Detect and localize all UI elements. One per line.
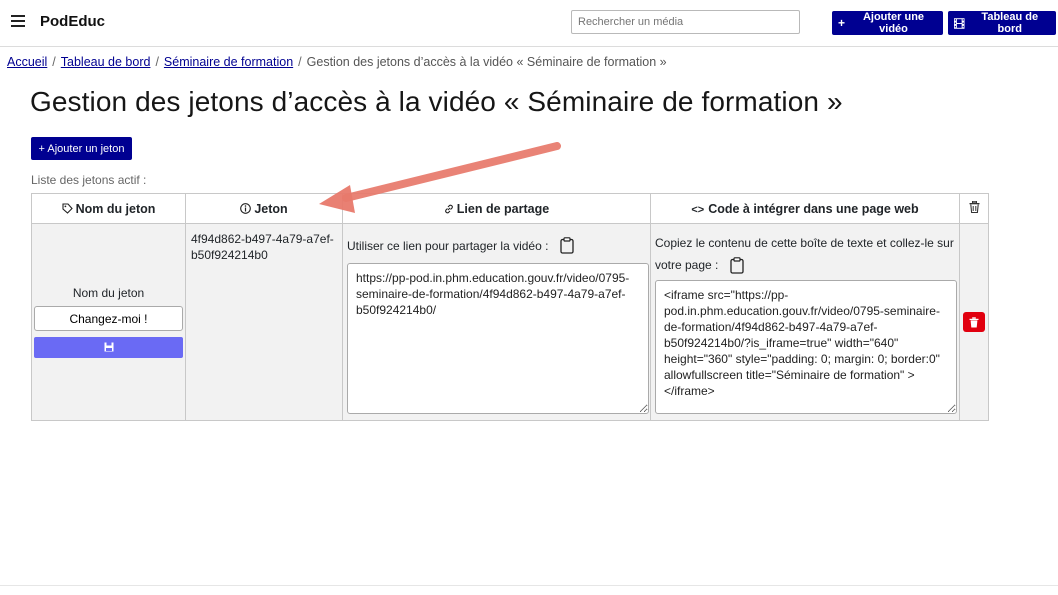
col-delete-header bbox=[959, 193, 989, 224]
trash-icon bbox=[969, 200, 979, 214]
table-row: Nom du jeton 4f94d862-b497-4a79-a7ef-b50… bbox=[31, 223, 989, 421]
tag-icon bbox=[62, 202, 73, 214]
col-token-header: Jeton bbox=[185, 193, 343, 224]
breadcrumb-current: Gestion des jetons d’accès à la vidéo « … bbox=[306, 55, 667, 69]
col-embed-header: <> Code à intégrer dans une page web bbox=[650, 193, 960, 224]
trash-icon bbox=[969, 316, 979, 327]
delete-token-button[interactable] bbox=[963, 312, 985, 332]
embed-label: Copiez le contenu de cette boîte de text… bbox=[655, 236, 954, 272]
token-name-cell: Nom du jeton bbox=[31, 223, 186, 421]
embed-label-row: Copiez le contenu de cette boîte de text… bbox=[652, 225, 958, 276]
search-input[interactable] bbox=[571, 10, 800, 34]
link-icon bbox=[444, 204, 453, 213]
share-link-textarea[interactable]: https://pp-pod.in.phm.education.gouv.fr/… bbox=[347, 263, 649, 414]
plus-icon: + bbox=[838, 16, 846, 30]
col-name-header: Nom du jeton bbox=[31, 193, 186, 224]
clipboard-icon[interactable] bbox=[560, 237, 575, 254]
breadcrumb-dashboard[interactable]: Tableau de bord bbox=[61, 55, 151, 69]
token-value-cell: 4f94d862-b497-4a79-a7ef-b50f924214b0 bbox=[185, 223, 343, 421]
embed-code-cell: Copiez le contenu de cette boîte de text… bbox=[650, 223, 960, 421]
col-share-header: Lien de partage bbox=[342, 193, 651, 224]
token-name-label: Nom du jeton bbox=[72, 286, 145, 300]
save-token-name-button[interactable] bbox=[34, 337, 183, 358]
footer-divider bbox=[0, 585, 1058, 586]
tokens-table: Nom du jeton Jeton Lien de partage <> Cod… bbox=[31, 193, 989, 421]
info-icon bbox=[240, 202, 252, 214]
table-header-row: Nom du jeton Jeton Lien de partage <> Cod… bbox=[31, 193, 989, 224]
embed-code-textarea[interactable]: <iframe src="https://pp-pod.in.phm.educa… bbox=[655, 280, 957, 414]
save-icon bbox=[104, 342, 113, 352]
breadcrumb-video[interactable]: Séminaire de formation bbox=[164, 55, 293, 69]
share-label-row: Utiliser ce lien pour partager la vidéo … bbox=[344, 225, 649, 254]
dashboard-button[interactable]: Tableau de bord bbox=[948, 11, 1056, 35]
film-icon bbox=[954, 17, 965, 29]
delete-cell bbox=[959, 223, 989, 421]
token-value: 4f94d862-b497-4a79-a7ef-b50f924214b0 bbox=[191, 232, 334, 262]
token-name-input[interactable] bbox=[34, 306, 183, 331]
menu-icon[interactable] bbox=[11, 15, 25, 27]
add-token-button[interactable]: + Ajouter un jeton bbox=[31, 137, 132, 160]
clipboard-icon[interactable] bbox=[730, 257, 744, 274]
code-icon: <> bbox=[691, 203, 705, 216]
top-navbar: PodEduc + Ajouter une vidéo Tableau de b… bbox=[0, 0, 1058, 47]
share-link-cell: Utiliser ce lien pour partager la vidéo … bbox=[342, 223, 651, 421]
brand-logo[interactable]: PodEduc bbox=[40, 13, 105, 30]
page-title: Gestion des jetons d’accès à la vidéo « … bbox=[30, 86, 843, 117]
add-video-button[interactable]: + Ajouter une vidéo bbox=[832, 11, 943, 35]
breadcrumb-home[interactable]: Accueil bbox=[7, 55, 47, 69]
token-list-label: Liste des jetons actif : bbox=[31, 173, 147, 187]
breadcrumb: Accueil / Tableau de bord / Séminaire de for… bbox=[7, 55, 667, 69]
share-label: Utiliser ce lien pour partager la vidéo … bbox=[347, 238, 549, 253]
